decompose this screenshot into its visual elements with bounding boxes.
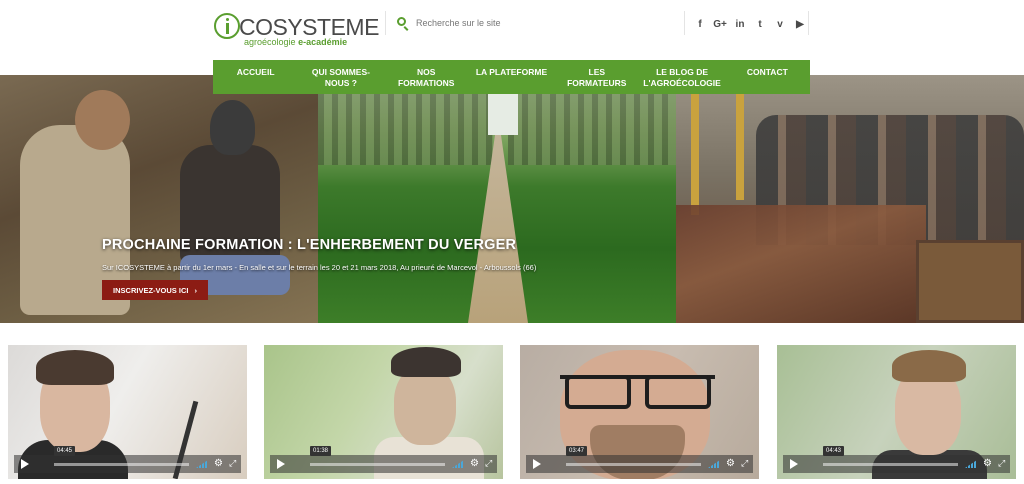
person-hair: [36, 350, 114, 385]
fullscreen-icon[interactable]: ⤢: [229, 459, 238, 468]
logo-tagline-bold: e-académie: [298, 37, 348, 47]
video-card[interactable]: 04:45 ⚙ ⤢: [8, 345, 247, 479]
search-box: [385, 11, 685, 35]
facebook-icon[interactable]: f: [694, 17, 706, 31]
machine-frame: [736, 90, 744, 200]
person-hair: [391, 347, 461, 377]
video-controls: 04:45 ⚙ ⤢: [14, 446, 241, 473]
chevron-right-icon: ›: [194, 285, 197, 295]
video-controls: 03:47 ⚙ ⤢: [526, 446, 753, 473]
play-icon[interactable]: [14, 455, 36, 473]
site-header: COSYSTEME agroécologie e-académie f G+ i…: [0, 0, 1024, 60]
person-head: [75, 90, 130, 150]
volume-icon[interactable]: [965, 460, 977, 468]
hero-subtitle: Sur ICOSYSTEME à partir du 1er mars - En…: [102, 263, 537, 272]
person-face: [394, 365, 456, 445]
machine-frame: [691, 85, 699, 215]
video-duration: 04:45: [54, 446, 76, 456]
person-hair: [892, 350, 966, 382]
fullscreen-icon[interactable]: ⤢: [998, 459, 1007, 468]
main-nav: ACCUEIL QUI SOMMES- NOUS ? NOS FORMATION…: [213, 60, 810, 94]
gear-icon[interactable]: ⚙: [983, 459, 993, 469]
search-icon[interactable]: [397, 17, 406, 26]
video-card[interactable]: 04:43 ⚙ ⤢: [777, 345, 1016, 479]
search-input[interactable]: [416, 14, 666, 32]
gear-icon[interactable]: ⚙: [214, 459, 224, 469]
nav-item-contact[interactable]: CONTACT: [725, 60, 810, 94]
fullscreen-icon[interactable]: ⤢: [485, 459, 494, 468]
video-controls: 04:43 ⚙ ⤢: [783, 446, 1010, 473]
logo-tagline: agroécologie e-académie: [244, 37, 347, 47]
volume-icon[interactable]: [196, 460, 208, 468]
video-card[interactable]: 01:38 ⚙ ⤢: [264, 345, 503, 479]
nav-item-accueil[interactable]: ACCUEIL: [213, 60, 298, 94]
site-logo[interactable]: COSYSTEME agroécologie e-académie: [214, 12, 379, 48]
bin: [916, 240, 1024, 323]
hero-photo-workshop: [676, 75, 1024, 323]
gear-icon[interactable]: ⚙: [470, 459, 480, 469]
nav-item-blog[interactable]: LE BLOG DE L'AGROÉCOLOGIE: [639, 60, 724, 94]
nav-item-la-plateforme[interactable]: LA PLATEFORME: [469, 60, 554, 94]
nav-item-nos-formations[interactable]: NOS FORMATIONS: [384, 60, 469, 94]
hero-title: PROCHAINE FORMATION : L'ENHERBEMENT DU V…: [102, 237, 517, 253]
youtube-icon[interactable]: ▶: [794, 17, 806, 31]
social-links: f G+ in t v ▶: [694, 14, 806, 34]
nav-item-les-formateurs[interactable]: LES FORMATEURS: [554, 60, 639, 94]
video-progress-track[interactable]: [310, 463, 445, 466]
gear-icon[interactable]: ⚙: [726, 459, 736, 469]
video-progress-track[interactable]: [54, 463, 189, 466]
nav-item-qui-sommes-nous[interactable]: QUI SOMMES- NOUS ?: [298, 60, 383, 94]
farm-machine: [676, 205, 926, 323]
header-divider: [808, 11, 809, 35]
logo-tagline-prefix: agroécologie: [244, 37, 296, 47]
fullscreen-icon[interactable]: ⤢: [741, 459, 750, 468]
video-duration: 04:43: [823, 446, 845, 456]
google-plus-icon[interactable]: G+: [713, 17, 727, 31]
linkedin-icon[interactable]: in: [734, 17, 746, 31]
video-progress-track[interactable]: [566, 463, 701, 466]
video-duration: 01:38: [310, 446, 332, 456]
video-progress-track[interactable]: [823, 463, 958, 466]
video-card[interactable]: 03:47 ⚙ ⤢: [520, 345, 759, 479]
twitter-icon[interactable]: t: [754, 17, 766, 31]
person-head: [210, 100, 255, 155]
play-icon[interactable]: [526, 455, 548, 473]
volume-icon[interactable]: [452, 460, 464, 468]
glasses: [560, 375, 715, 409]
play-icon[interactable]: [270, 455, 292, 473]
play-icon[interactable]: [783, 455, 805, 473]
volume-icon[interactable]: [708, 460, 720, 468]
hero-photo-orchard: [318, 75, 676, 323]
vimeo-icon[interactable]: v: [774, 17, 786, 31]
register-button[interactable]: INSCRIVEZ-VOUS ICI ›: [102, 280, 208, 300]
hero-banner: PROCHAINE FORMATION : L'ENHERBEMENT DU V…: [0, 75, 1024, 323]
logo-i-icon: [214, 13, 240, 39]
video-controls: 01:38 ⚙ ⤢: [270, 446, 497, 473]
video-duration: 03:47: [566, 446, 588, 456]
register-button-label: INSCRIVEZ-VOUS ICI: [113, 285, 189, 295]
